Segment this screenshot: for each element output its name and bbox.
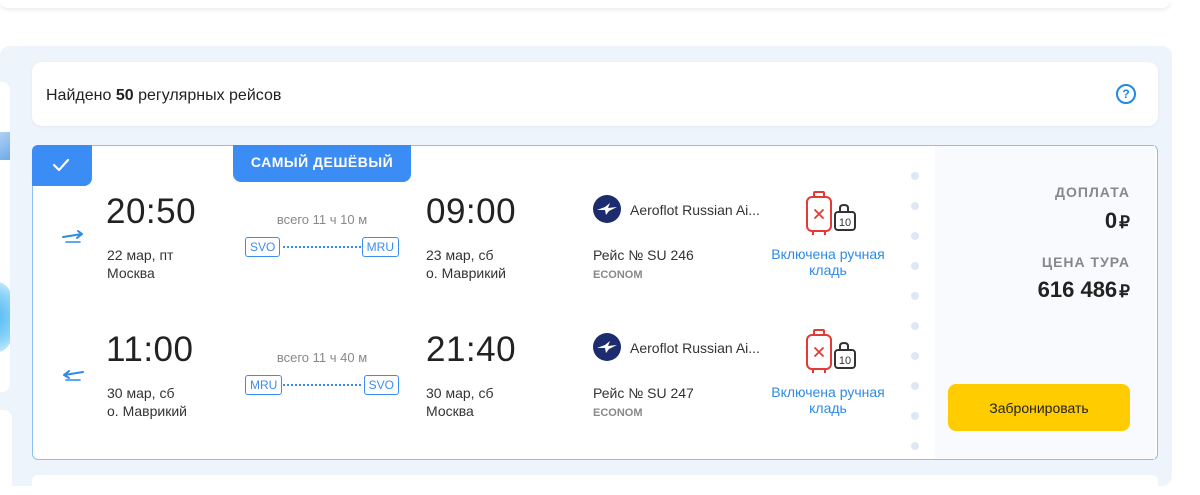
- airline-name: Aeroflot Russian Ai...: [630, 340, 760, 356]
- route-dotted-line: [283, 246, 361, 248]
- baggage-info: Включена ручная кладь: [763, 246, 893, 278]
- flight-duration: всего 11 ч 10 м: [276, 212, 368, 227]
- tour-price-amount: 616 486: [1037, 277, 1118, 302]
- baggage-info: Включена ручная кладь: [763, 384, 893, 416]
- flight-offer-card[interactable]: САМЫЙ ДЕШЁВЫЙ 20:50 22 мар, пт Москва вс…: [32, 145, 1158, 460]
- departure-city: о. Маврикий: [107, 403, 187, 419]
- hand-luggage-icon: 10: [806, 329, 856, 373]
- plane-takeoff-icon: [62, 230, 83, 243]
- arrival-date: 30 мар, сб: [426, 385, 494, 401]
- route-line: MRU SVO: [245, 375, 399, 395]
- flight-number: Рейс № SU 246: [593, 247, 694, 263]
- flight-segment-outbound: 20:50 22 мар, пт Москва всего 11 ч 10 м …: [33, 190, 913, 300]
- baggage-line2: кладь: [809, 400, 847, 416]
- question-circle-icon[interactable]: ?: [1116, 84, 1136, 104]
- departure-city: Москва: [107, 265, 155, 281]
- summary-prefix: Найдено: [46, 87, 112, 104]
- svg-text:10: 10: [839, 217, 851, 229]
- dotted-separator: [906, 146, 924, 459]
- cabin-class: ECONOM: [593, 407, 643, 419]
- destination-airport-code: SVO: [363, 375, 399, 395]
- aeroflot-logo-icon: [593, 333, 621, 361]
- arrival-city: Москва: [426, 403, 474, 419]
- baggage-line1: Включена ручная: [771, 246, 885, 262]
- flight-number: Рейс № SU 247: [593, 385, 694, 401]
- hand-luggage-icon: 10: [806, 191, 856, 235]
- cabin-class: ECONOM: [593, 269, 643, 281]
- route-dotted-line: [283, 384, 361, 386]
- plane-illustration: [0, 132, 10, 160]
- tour-price-value: 616 486 ₽: [1038, 277, 1130, 303]
- extra-charge-label: ДОПЛАТА: [1055, 184, 1130, 200]
- destination-airport-code: MRU: [361, 237, 399, 257]
- airline-name: Aeroflot Russian Ai...: [630, 202, 760, 218]
- check-icon: [52, 158, 70, 172]
- currency-symbol: ₽: [1119, 213, 1130, 232]
- aeroflot-logo-icon: [593, 195, 621, 223]
- book-button[interactable]: Забронировать: [948, 384, 1130, 431]
- flight-duration: всего 11 ч 40 м: [276, 350, 368, 365]
- baggage-line2: кладь: [809, 262, 847, 278]
- summary-suffix: регулярных рейсов: [138, 87, 282, 104]
- svg-text:10: 10: [839, 355, 851, 367]
- baggage-line1: Включена ручная: [771, 384, 885, 400]
- results-summary-bar: Найдено 50 регулярных рейсов ?: [32, 62, 1158, 126]
- departure-date: 30 мар, сб: [107, 385, 175, 401]
- extra-charge-amount: 0: [1104, 208, 1118, 233]
- results-summary: Найдено 50 регулярных рейсов: [46, 87, 281, 105]
- hotel-image-panel[interactable]: [0, 82, 10, 392]
- side-panel: [0, 410, 12, 490]
- results-count: 50: [115, 87, 134, 104]
- currency-symbol: ₽: [1119, 282, 1130, 301]
- arrival-time: 21:40: [426, 330, 517, 369]
- origin-airport-code: SVO: [245, 237, 281, 257]
- cheapest-tag: САМЫЙ ДЕШЁВЫЙ: [233, 145, 411, 182]
- arrival-time: 09:00: [426, 192, 517, 231]
- flight-segment-return: 11:00 30 мар, сб о. Маврикий всего 11 ч …: [33, 328, 913, 438]
- selected-badge: [32, 145, 92, 186]
- extra-charge-value: 0 ₽: [1105, 208, 1130, 234]
- route-line: SVO MRU: [245, 237, 399, 257]
- arrival-date: 23 мар, сб: [426, 247, 494, 263]
- departure-date: 22 мар, пт: [107, 247, 174, 263]
- previous-panel: [0, 0, 1170, 8]
- next-offer-card[interactable]: [32, 475, 1158, 495]
- tour-price-label: ЦЕНА ТУРА: [1041, 254, 1130, 270]
- plane-return-icon: [63, 370, 84, 381]
- departure-time: 20:50: [106, 192, 197, 231]
- price-panel: ДОПЛАТА 0 ₽ ЦЕНА ТУРА 616 486 ₽ Заброниров…: [935, 146, 1155, 459]
- arrival-city: о. Маврикий: [426, 265, 506, 281]
- sea-illustration: [0, 282, 10, 352]
- origin-airport-code: MRU: [245, 375, 283, 395]
- departure-time: 11:00: [106, 330, 194, 369]
